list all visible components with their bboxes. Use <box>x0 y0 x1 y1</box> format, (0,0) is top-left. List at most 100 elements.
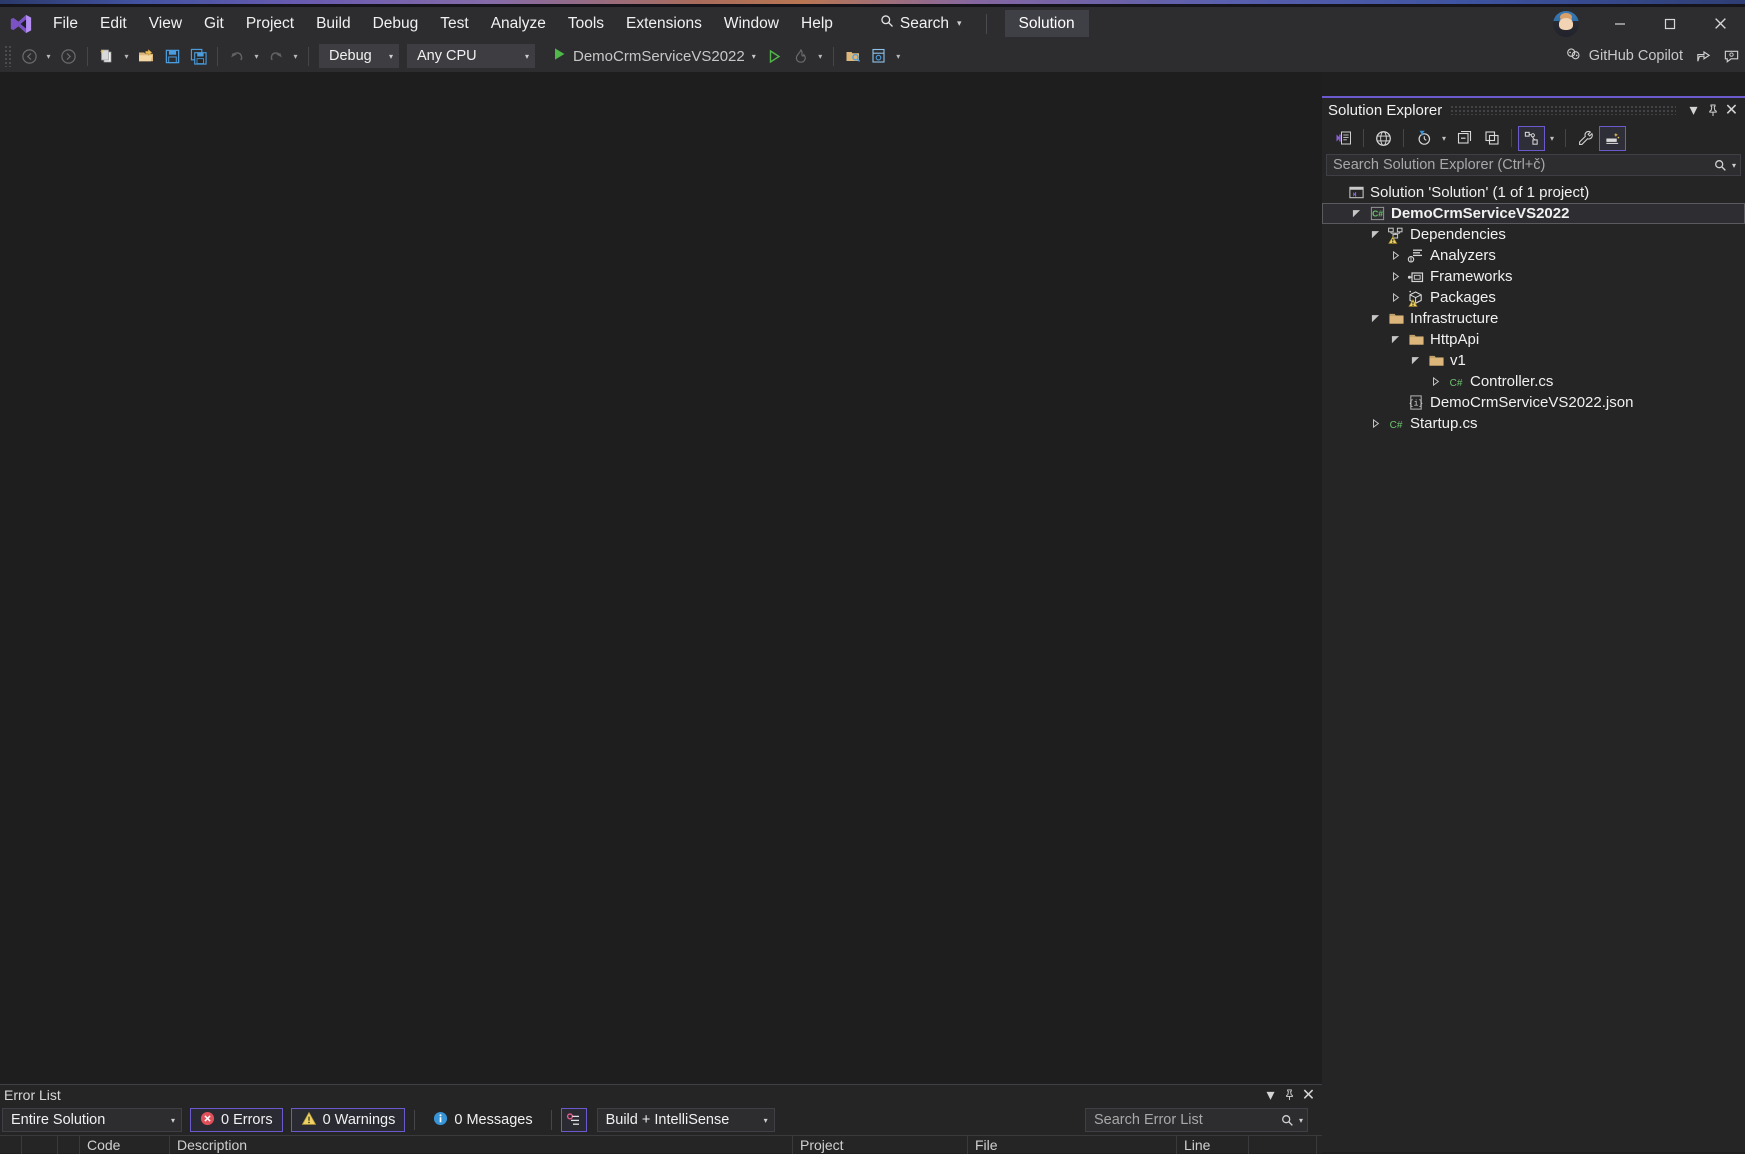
tree-item[interactable]: Analyzers <box>1322 245 1745 266</box>
solution-explorer-tree[interactable]: Solution 'Solution' (1 of 1 project) C# De… <box>1322 180 1745 1152</box>
menu-item-build[interactable]: Build <box>305 7 361 40</box>
menu-item-extensions[interactable]: Extensions <box>615 7 713 40</box>
close-icon[interactable]: ✕ <box>1722 100 1741 120</box>
tree-item[interactable]: {i} DemoCrmServiceVS2022.json <box>1322 392 1745 413</box>
column-header[interactable]: File <box>968 1135 1177 1154</box>
messages-filter-button[interactable]: 0 Messages <box>424 1108 541 1132</box>
column-header[interactable] <box>0 1135 22 1154</box>
menu-item-tools[interactable]: Tools <box>557 7 615 40</box>
redo-caret-icon[interactable]: ▾ <box>289 43 302 69</box>
live-visual-tree-caret-icon[interactable]: ▾ <box>892 43 905 69</box>
close-icon[interactable]: ✕ <box>1299 1086 1318 1104</box>
toolbar-grip[interactable] <box>4 45 12 67</box>
column-header[interactable]: Line <box>1177 1135 1249 1154</box>
window-close-button[interactable] <box>1695 7 1745 40</box>
errors-filter-button[interactable]: 0 Errors <box>190 1108 283 1132</box>
chevron-expanded-icon[interactable] <box>1406 350 1425 371</box>
preview-selected-items-icon[interactable] <box>1599 125 1626 151</box>
tree-item[interactable]: C# Controller.cs <box>1322 371 1745 392</box>
tree-item[interactable]: Frameworks <box>1322 266 1745 287</box>
chevron-expanded-icon[interactable] <box>1347 203 1366 224</box>
search-input[interactable] <box>1333 157 1714 173</box>
avatar[interactable] <box>1553 10 1579 37</box>
column-header[interactable]: Project <box>793 1135 968 1154</box>
code-view-icon[interactable] <box>1330 126 1357 151</box>
chevron-collapsed-icon[interactable] <box>1386 245 1405 266</box>
menu-item-git[interactable]: Git <box>193 7 235 40</box>
menu-item-edit[interactable]: Edit <box>89 7 138 40</box>
window-maximize-button[interactable] <box>1645 7 1695 40</box>
warnings-filter-button[interactable]: 0 Warnings <box>290 1108 406 1132</box>
chevron-collapsed-icon[interactable] <box>1386 287 1405 308</box>
collapse-all-icon[interactable] <box>1451 126 1478 151</box>
configuration-dropdown[interactable]: Debug ▾ <box>319 44 399 68</box>
tree-item[interactable]: C# DemoCrmServiceVS2022 <box>1322 203 1745 224</box>
column-header[interactable] <box>1249 1135 1317 1154</box>
pending-changes-icon[interactable] <box>1410 126 1437 151</box>
navigate-back-icon[interactable] <box>16 43 42 69</box>
error-scope-dropdown[interactable]: Entire Solution ▾ <box>2 1108 182 1132</box>
menu-item-file[interactable]: File <box>42 7 89 40</box>
pin-icon[interactable] <box>1703 100 1722 120</box>
redo-icon[interactable] <box>263 43 289 69</box>
tree-item[interactable]: C# Startup.cs <box>1322 413 1745 434</box>
error-list-dropdown-icon[interactable]: ▾ <box>1261 1086 1280 1104</box>
window-minimize-button[interactable] <box>1595 7 1645 40</box>
menu-item-test[interactable]: Test <box>429 7 479 40</box>
chevron-collapsed-icon[interactable] <box>1386 266 1405 287</box>
play-outline-icon[interactable] <box>762 43 788 69</box>
build-output-icon[interactable] <box>560 1108 587 1132</box>
chevron-down-icon[interactable]: ▾ <box>1732 161 1736 170</box>
column-header[interactable]: Code <box>80 1135 170 1154</box>
live-visual-tree-icon[interactable] <box>866 43 892 69</box>
tree-item[interactable]: HttpApi <box>1322 329 1745 350</box>
pin-icon[interactable] <box>1280 1086 1299 1104</box>
undo-caret-icon[interactable]: ▾ <box>250 43 263 69</box>
undo-icon[interactable] <box>224 43 250 69</box>
feedback-icon[interactable] <box>1717 43 1745 69</box>
chevron-expanded-icon[interactable] <box>1366 224 1385 245</box>
share-icon[interactable] <box>1689 43 1717 69</box>
tree-item[interactable]: Packages <box>1322 287 1745 308</box>
menu-item-analyze[interactable]: Analyze <box>480 7 557 40</box>
chevron-collapsed-icon[interactable] <box>1426 371 1445 392</box>
column-header[interactable] <box>58 1135 80 1154</box>
properties-wrench-icon[interactable] <box>1572 126 1599 151</box>
column-header[interactable] <box>22 1135 58 1154</box>
menu-item-debug[interactable]: Debug <box>362 7 430 40</box>
menu-item-help[interactable]: Help <box>790 7 844 40</box>
solution-explorer-search[interactable]: ▾ <box>1326 154 1741 176</box>
global-search-button[interactable]: Search ▾ <box>870 11 972 37</box>
chevron-expanded-icon[interactable] <box>1366 308 1385 329</box>
menu-item-project[interactable]: Project <box>235 7 305 40</box>
menu-item-window[interactable]: Window <box>713 7 790 40</box>
chevron-down-icon[interactable]: ▾ <box>1299 1116 1303 1125</box>
solution-explorer-drag-dots[interactable] <box>1450 105 1676 115</box>
build-intellisense-dropdown[interactable]: Build + IntelliSense ▾ <box>596 1108 775 1132</box>
select-element-icon[interactable] <box>840 43 866 69</box>
view-solution-structure-icon[interactable] <box>1518 125 1545 151</box>
new-project-caret-icon[interactable]: ▾ <box>120 43 133 69</box>
tree-item[interactable]: v1 <box>1322 350 1745 371</box>
chevron-collapsed-icon[interactable] <box>1366 413 1385 434</box>
column-header[interactable]: Description <box>170 1135 793 1154</box>
hot-reload-caret-icon[interactable]: ▾ <box>814 43 827 69</box>
tree-item[interactable]: Solution 'Solution' (1 of 1 project) <box>1322 182 1745 203</box>
solution-explorer-dropdown-icon[interactable]: ▾ <box>1684 100 1703 120</box>
pending-changes-caret-icon[interactable]: ▾ <box>1437 126 1451 151</box>
chevron-expanded-icon[interactable] <box>1386 329 1405 350</box>
open-folder-icon[interactable] <box>133 43 159 69</box>
new-project-icon[interactable] <box>94 43 120 69</box>
show-all-files-icon[interactable] <box>1370 126 1397 151</box>
view-solution-structure-caret-icon[interactable]: ▾ <box>1545 126 1559 151</box>
navigate-back-caret-icon[interactable]: ▾ <box>42 43 55 69</box>
tree-item[interactable]: Dependencies <box>1322 224 1745 245</box>
save-icon[interactable] <box>159 43 185 69</box>
tree-item[interactable]: Infrastructure <box>1322 308 1745 329</box>
new-folder-icon[interactable] <box>1478 126 1505 151</box>
error-list-search[interactable]: ▾ <box>1085 1108 1308 1132</box>
navigate-forward-icon[interactable] <box>55 43 81 69</box>
save-all-icon[interactable] <box>185 43 211 69</box>
run-button[interactable]: DemoCrmServiceVS2022 ▾ <box>547 43 762 69</box>
menu-item-view[interactable]: View <box>138 7 193 40</box>
